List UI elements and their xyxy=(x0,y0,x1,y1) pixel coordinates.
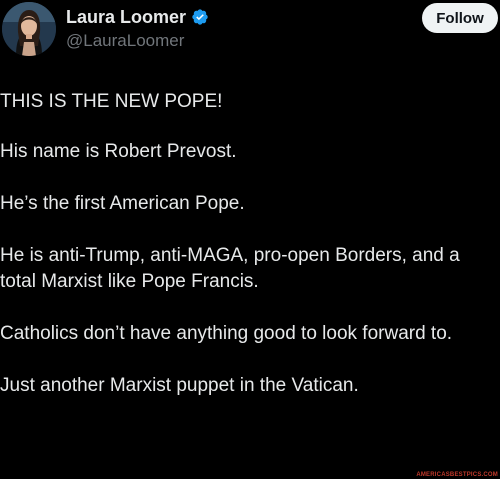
avatar-image xyxy=(2,2,56,56)
tweet-card: Laura Loomer @LauraLoomer Follow THIS IS… xyxy=(0,0,500,479)
avatar[interactable] xyxy=(2,2,56,56)
tweet-paragraph: His name is Robert Prevost. xyxy=(0,141,237,162)
watermark: AMERICASBESTPICS.COM xyxy=(416,472,498,478)
author-handle[interactable]: @LauraLoomer xyxy=(66,31,184,51)
tweet-header: Laura Loomer @LauraLoomer Follow xyxy=(0,0,500,60)
tweet-paragraph: Catholics don’t have anything good to lo… xyxy=(0,323,453,344)
display-name[interactable]: Laura Loomer xyxy=(66,7,186,28)
tweet-paragraph: He’s the first American Pope. xyxy=(0,193,245,214)
tweet-paragraph: Just another Marxist puppet in the Vatic… xyxy=(0,375,359,396)
tweet-paragraph: He is anti-Trump, anti-MAGA, pro-open Bo… xyxy=(0,245,465,292)
tweet-text: THIS IS THE NEW POPE! His name is Robert… xyxy=(0,89,498,425)
verified-badge-icon xyxy=(191,8,209,26)
display-name-row: Laura Loomer xyxy=(66,6,209,28)
follow-button[interactable]: Follow xyxy=(422,3,498,33)
tweet-paragraph: THIS IS THE NEW POPE! xyxy=(0,91,223,112)
